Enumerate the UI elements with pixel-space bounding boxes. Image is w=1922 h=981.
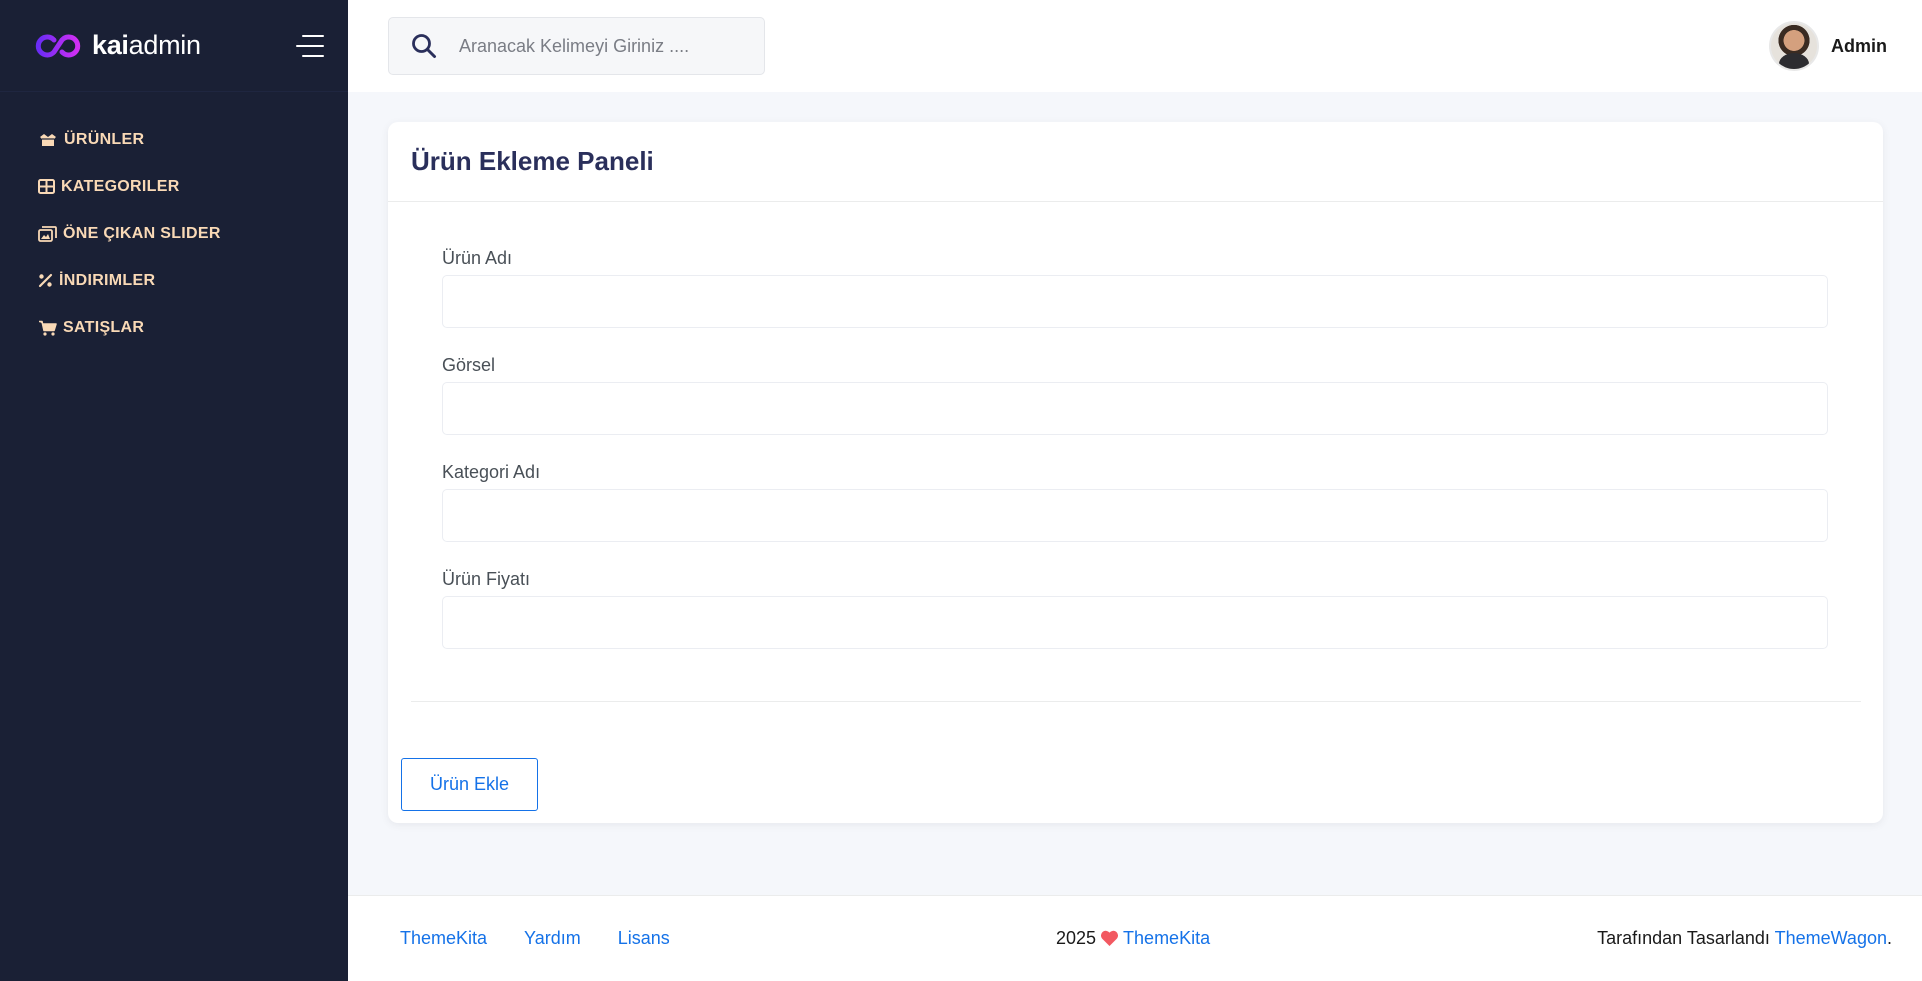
footer-center-link[interactable]: ThemeKita [1123, 928, 1210, 949]
product-add-card: Ürün Ekleme Paneli Ürün Adı Görsel Kateg… [388, 122, 1883, 823]
footer-link-themewagon[interactable]: ThemeWagon [1775, 928, 1887, 948]
field-label: Ürün Adı [442, 248, 513, 268]
percent-icon [38, 273, 53, 288]
sidebar-item-label: İNDIRIMLER [59, 271, 156, 289]
search-box [388, 17, 765, 75]
footer-credit-suffix: . [1886, 928, 1892, 948]
footer-link-lisans[interactable]: Lisans [618, 928, 670, 949]
footer-copyright: 2025 ThemeKita [1056, 928, 1210, 949]
footer-year: 2025 [1056, 928, 1097, 948]
sidebar-item-label: ÖNE ÇIKAN SLIDER [63, 224, 221, 242]
brand-name-light: admin [128, 30, 201, 60]
divider [411, 701, 1861, 702]
images-icon [38, 225, 57, 242]
brand-logo[interactable]: kaiadmin [32, 30, 201, 61]
user-menu[interactable]: Admin [1769, 21, 1887, 71]
sidebar-nav: ÜRÜNLER KATEGORILER ÖNE ÇIKAN SLIDER İND… [0, 92, 348, 351]
image-input[interactable] [442, 382, 1828, 435]
cart-icon [39, 320, 57, 336]
form-group-gorsel: Görsel [442, 355, 1828, 435]
sidebar: kaiadmin ÜRÜNLER KATEGORILER ÖNE ÇIKAN S… [0, 0, 348, 981]
footer-credit-text: Tarafından Tasarlandı [1597, 928, 1775, 948]
menu-icon-line [302, 34, 324, 37]
sidebar-item-slider[interactable]: ÖNE ÇIKAN SLIDER [0, 210, 348, 257]
footer-link-themekita[interactable]: ThemeKita [400, 928, 487, 949]
product-price-input[interactable] [442, 596, 1828, 649]
category-name-input[interactable] [442, 489, 1828, 542]
search-icon[interactable] [389, 33, 459, 59]
avatar[interactable] [1769, 21, 1819, 71]
form-group-urun-fiyati: Ürün Fiyatı [442, 569, 1828, 649]
footer-link-yardim[interactable]: Yardım [524, 928, 581, 949]
sidebar-item-urunler[interactable]: ÜRÜNLER [0, 116, 348, 163]
heart-icon [1101, 930, 1119, 946]
brand-name-bold: kai [92, 30, 129, 60]
footer-links: ThemeKita Yardım Lisans [400, 928, 670, 949]
sidebar-item-label: KATEGORILER [61, 177, 180, 195]
sidebar-item-indirimler[interactable]: İNDIRIMLER [0, 257, 348, 304]
menu-icon-line [296, 44, 324, 47]
sidebar-item-label: ÜRÜNLER [64, 130, 145, 148]
field-label: Kategori Adı [442, 462, 541, 482]
field-label: Görsel [442, 355, 496, 375]
sidebar-toggle-button[interactable] [292, 34, 324, 57]
footer-credit: Tarafından Tasarlandı ThemeWagon. [1597, 928, 1892, 949]
user-name: Admin [1831, 35, 1887, 56]
page-title: Ürün Ekleme Paneli [411, 146, 654, 176]
product-name-input[interactable] [442, 275, 1828, 328]
grid-icon [38, 179, 55, 194]
box-open-icon [40, 133, 56, 146]
card-header: Ürün Ekleme Paneli [388, 122, 1883, 202]
form-group-urun-adi: Ürün Adı [442, 248, 1828, 328]
product-form: Ürün Adı Görsel Kategori Adı Ürün Fiyatı [388, 202, 1883, 649]
sidebar-header: kaiadmin [0, 0, 348, 92]
add-product-button[interactable]: Ürün Ekle [401, 758, 538, 811]
form-group-kategori-adi: Kategori Adı [442, 462, 1828, 542]
footer: ThemeKita Yardım Lisans 2025 ThemeKita T… [348, 895, 1922, 981]
field-label: Ürün Fiyatı [442, 569, 531, 589]
brand-name: kaiadmin [92, 30, 201, 61]
topbar: Admin [348, 0, 1922, 92]
sidebar-item-kategoriler[interactable]: KATEGORILER [0, 163, 348, 210]
menu-icon-line [302, 54, 324, 57]
sidebar-item-label: SATIŞLAR [63, 318, 145, 336]
kaiadmin-logo-icon [35, 34, 81, 57]
sidebar-item-satislar[interactable]: SATIŞLAR [0, 304, 348, 351]
search-input[interactable] [459, 18, 764, 74]
